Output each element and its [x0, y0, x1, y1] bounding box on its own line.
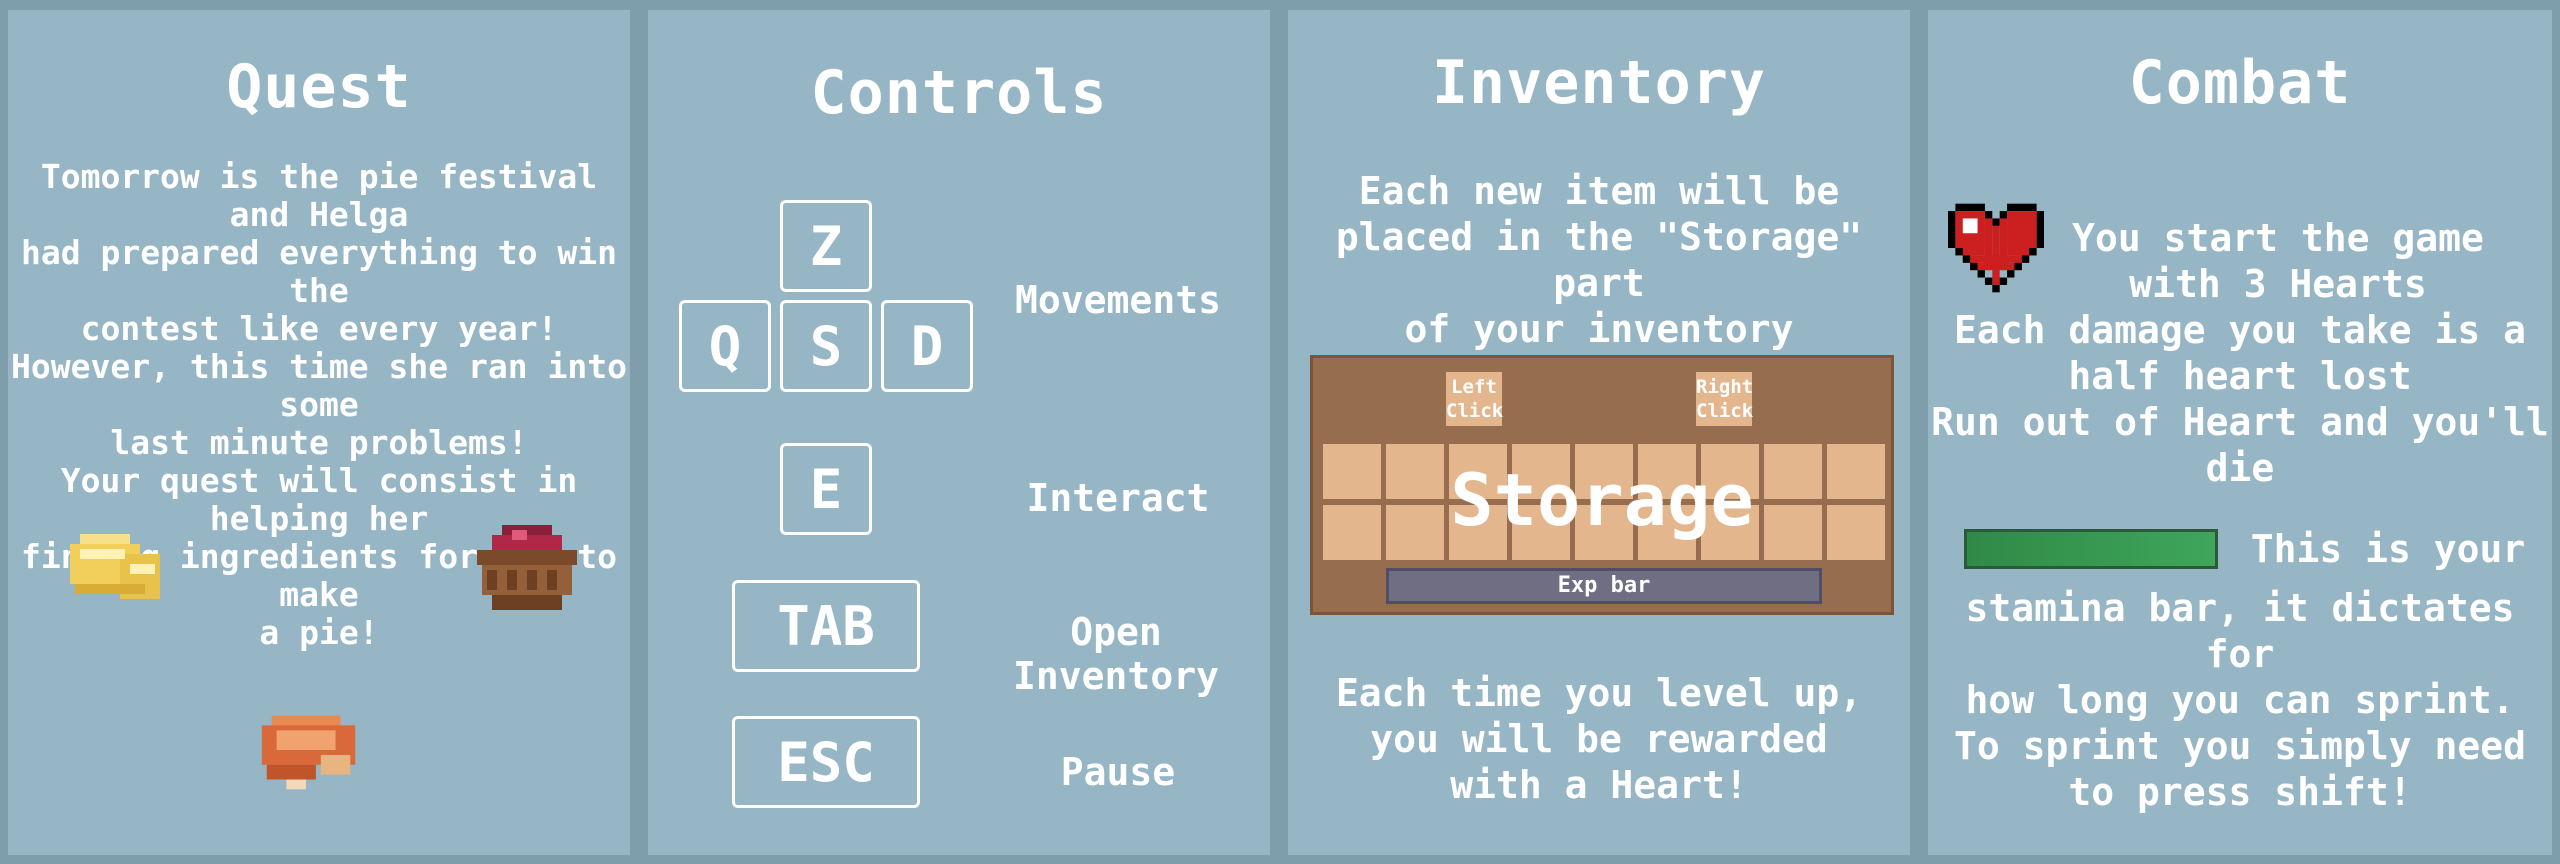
- combat-title: Combat: [2128, 48, 2352, 118]
- berry-basket-icon: [477, 525, 577, 610]
- inventory-levelup-text: Each time you level up, you will be rewa…: [1335, 671, 1863, 807]
- storage-label: Storage: [1450, 458, 1754, 542]
- stamina-first-line: This is your: [2250, 527, 2526, 571]
- movements-label: Movements: [1015, 278, 1221, 322]
- key-z: Z: [780, 200, 872, 292]
- controls-panel: Controls Z Q S D Movements E Interact TA…: [648, 10, 1270, 855]
- key-tab: TAB: [732, 580, 920, 672]
- butter-icon: [70, 534, 160, 599]
- quest-title: Quest: [226, 52, 412, 122]
- controls-title: Controls: [810, 58, 1108, 128]
- key-d: D: [881, 300, 973, 392]
- stamina-text: stamina bar, it dictates for how long yo…: [1954, 586, 2526, 814]
- key-s: S: [780, 300, 872, 392]
- quest-panel: Quest Tomorrow is the pie festival and H…: [8, 10, 630, 855]
- pause-label: Pause: [1060, 750, 1176, 794]
- hearts-text: You start the game with 3 Hearts: [2072, 216, 2484, 306]
- stamina-bar: [1964, 529, 2218, 569]
- key-esc: ESC: [732, 716, 920, 808]
- inventory-panel: Inventory Each new item will be placed i…: [1288, 10, 1910, 855]
- combat-panel: Combat You start the game with 3 Hearts …: [1928, 10, 2552, 855]
- inventory-illustration: Left Click Right Click Storage Exp bar: [1310, 355, 1894, 615]
- key-q: Q: [679, 300, 771, 392]
- stamina-fill: [1967, 532, 2215, 566]
- left-click-slot: Left Click: [1446, 372, 1503, 426]
- inventory-title: Inventory: [1431, 48, 1767, 118]
- damage-text: Each damage you take is a half heart los…: [1931, 308, 2549, 490]
- interact-label: Interact: [1026, 476, 1210, 520]
- open-inventory-label: Open Inventory: [1013, 610, 1219, 698]
- inventory-intro-text: Each new item will be placed in the "Sto…: [1335, 169, 1863, 351]
- exp-bar: Exp bar: [1386, 568, 1822, 604]
- pie-icon: [261, 715, 356, 790]
- key-e: E: [780, 443, 872, 535]
- right-click-slot: Right Click: [1696, 372, 1753, 426]
